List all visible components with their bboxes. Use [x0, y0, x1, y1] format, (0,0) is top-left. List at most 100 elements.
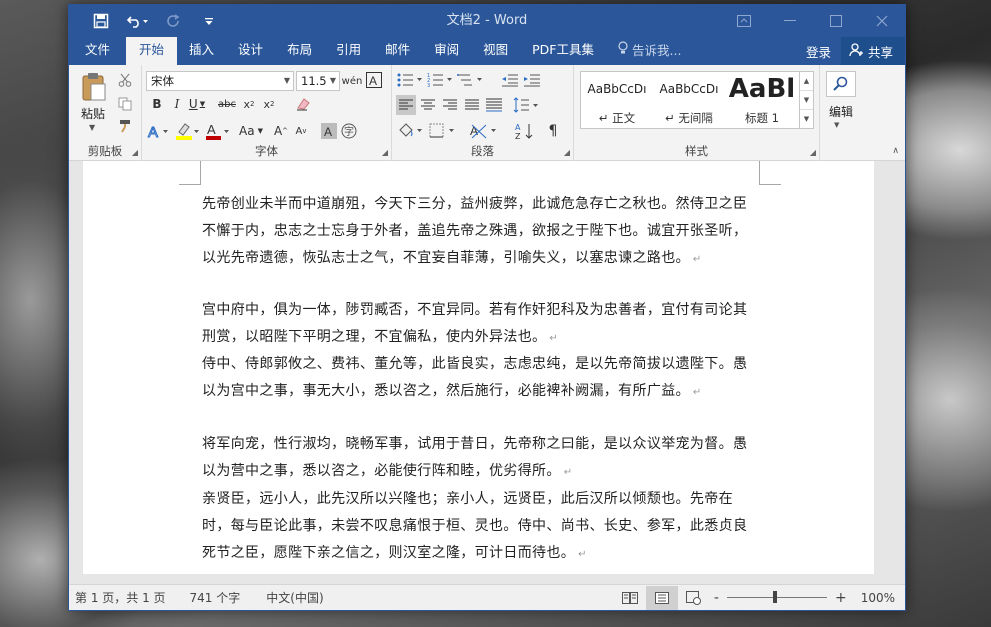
sort-icon[interactable]: AZ — [512, 121, 538, 141]
save-icon[interactable] — [83, 5, 119, 37]
tab-home[interactable]: 开始 — [126, 37, 178, 65]
paste-label[interactable]: 粘贴 — [81, 105, 105, 122]
ribbon-tabs: 文件 开始 插入 设计 布局 引用 邮件 审阅 视图 PDF工具集 告诉我...… — [69, 37, 905, 65]
styles-scroll[interactable]: ▲ ▼ ▼ — [799, 72, 813, 128]
scroll-down-icon[interactable]: ▼ — [800, 91, 813, 110]
text-effects-icon[interactable]: A — [146, 121, 172, 141]
redo-icon[interactable] — [155, 5, 191, 37]
collapse-ribbon-icon[interactable]: ∧ — [892, 146, 899, 156]
justify-icon[interactable] — [462, 95, 482, 115]
change-case-icon[interactable]: Aa ▼ — [236, 121, 266, 141]
print-layout-icon[interactable] — [645, 586, 678, 610]
ribbon-display-options-icon[interactable] — [721, 5, 767, 37]
font-color-icon[interactable]: A — [204, 121, 232, 141]
vertical-scrollbar[interactable] — [891, 161, 905, 574]
strikethrough-icon[interactable]: abc — [216, 95, 238, 113]
styles-more-icon[interactable]: ▼ — [800, 110, 813, 128]
font-launcher-icon[interactable]: ◢ — [382, 148, 388, 157]
multilevel-list-icon[interactable] — [456, 71, 486, 89]
highlight-color-icon[interactable] — [174, 121, 202, 141]
zoom-in-button[interactable]: + — [831, 590, 851, 606]
tab-file[interactable]: 文件 — [69, 37, 126, 65]
lightbulb-icon — [618, 38, 628, 64]
cut-icon[interactable] — [115, 71, 135, 89]
character-shading-icon[interactable]: A — [320, 122, 338, 140]
zoom-slider-thumb[interactable] — [772, 591, 777, 603]
maximize-icon[interactable] — [813, 5, 859, 37]
scroll-up-icon[interactable]: ▲ — [800, 72, 813, 91]
sign-in-link[interactable]: 登录 — [796, 42, 841, 61]
bold-icon[interactable]: B — [148, 95, 166, 113]
paragraph[interactable]: 宫中府中，俱为一体，陟罚臧否，不宜异同。若有作奸犯科及为忠善者，宜付有司论其刑赏… — [202, 297, 758, 352]
numbering-icon[interactable]: 123 — [426, 71, 456, 89]
zoom-out-button[interactable]: - — [710, 590, 723, 606]
style-normal[interactable]: AaBbCcDı ↵ 正文 — [581, 72, 653, 128]
tell-me-box[interactable]: 告诉我... — [606, 37, 693, 65]
clipboard-launcher-icon[interactable]: ◢ — [132, 148, 138, 157]
svg-text:字: 字 — [344, 125, 354, 138]
document-page[interactable]: 先帝创业未半而中道崩殂，今天下三分，益州疲弊，此诚危急存亡之秋也。然侍卫之臣不懈… — [83, 161, 874, 574]
tab-layout[interactable]: 布局 — [275, 37, 324, 65]
align-left-icon[interactable] — [396, 95, 416, 115]
align-center-icon[interactable] — [418, 95, 438, 115]
decrease-indent-icon[interactable] — [500, 71, 520, 89]
style-sample: AaBbCcDı — [659, 82, 719, 96]
tab-pdf-tools[interactable]: PDF工具集 — [520, 37, 606, 65]
chinese-layout-icon[interactable]: A — [468, 121, 500, 141]
paragraph[interactable]: 将军向宠，性行淑均，晓畅军事，试用于昔日，先帝称之曰能，是以众议举宠为督。愚以为… — [202, 431, 758, 486]
share-button[interactable]: 共享 — [840, 37, 905, 65]
align-right-icon[interactable] — [440, 95, 460, 115]
word-count[interactable]: 741 个字 — [182, 589, 249, 606]
grow-font-icon[interactable]: A ^ — [272, 121, 290, 141]
font-name-combo[interactable]: 宋体 ▼ — [146, 71, 294, 91]
read-mode-icon[interactable] — [614, 586, 646, 610]
paragraph[interactable]: 亲贤臣，远小人，此先汉所以兴隆也；亲小人，远贤臣，此后汉所以倾颓也。先帝在时，每… — [202, 486, 758, 568]
font-size-combo[interactable]: 11.5 ▼ — [296, 71, 340, 91]
find-icon[interactable] — [826, 71, 856, 97]
undo-icon[interactable] — [119, 5, 155, 37]
character-border-icon[interactable]: A — [365, 71, 383, 89]
tab-mailings[interactable]: 邮件 — [373, 37, 422, 65]
enclose-characters-icon[interactable]: 字 — [340, 122, 358, 140]
underline-icon[interactable]: U ▼ — [186, 95, 208, 113]
paste-dropdown-icon[interactable]: ▼ — [89, 123, 95, 132]
tab-view[interactable]: 视图 — [471, 37, 520, 65]
paragraph[interactable]: 侍中、侍郎郭攸之、费祎、董允等，此皆良实，志虑忠纯，是以先帝简拔以遗陛下。愚以为… — [202, 351, 758, 406]
editing-label[interactable]: 编辑 — [826, 103, 856, 120]
minimize-icon[interactable] — [767, 5, 813, 37]
page-count[interactable]: 第 1 页，共 1 页 — [69, 589, 174, 606]
editing-dropdown-icon[interactable]: ▼ — [834, 121, 839, 129]
shrink-font-icon[interactable]: Av — [292, 121, 310, 141]
superscript-icon[interactable]: x2 — [260, 95, 278, 113]
format-painter-icon[interactable] — [115, 117, 135, 135]
bullets-icon[interactable] — [396, 71, 426, 89]
distributed-icon[interactable] — [484, 95, 504, 115]
zoom-slider[interactable] — [726, 586, 827, 610]
phonetic-guide-icon[interactable]: wén — [342, 71, 363, 91]
tab-insert[interactable]: 插入 — [177, 37, 226, 65]
paragraph-launcher-icon[interactable]: ◢ — [564, 148, 570, 157]
show-paragraph-marks-icon[interactable]: ¶ — [542, 121, 564, 141]
style-heading-1[interactable]: AaBl 标题 1 — [725, 72, 799, 128]
style-no-spacing[interactable]: AaBbCcDı ↵ 无间隔 — [653, 72, 725, 128]
paragraph[interactable]: 先帝创业未半而中道崩殂，今天下三分，益州疲弊，此诚危急存亡之秋也。然侍卫之臣不懈… — [202, 191, 758, 273]
tab-design[interactable]: 设计 — [226, 37, 275, 65]
tab-references[interactable]: 引用 — [324, 37, 373, 65]
close-icon[interactable] — [859, 5, 905, 37]
styles-launcher-icon[interactable]: ◢ — [810, 148, 816, 157]
tab-review[interactable]: 审阅 — [422, 37, 471, 65]
italic-icon[interactable]: I — [168, 95, 186, 113]
borders-icon[interactable] — [428, 121, 458, 141]
subscript-icon[interactable]: x2 — [240, 95, 258, 113]
increase-indent-icon[interactable] — [522, 71, 542, 89]
shading-icon[interactable] — [396, 121, 426, 141]
web-layout-icon[interactable] — [678, 586, 710, 610]
line-spacing-icon[interactable] — [512, 95, 542, 115]
customize-toolbar-icon[interactable] — [191, 5, 227, 37]
copy-icon[interactable] — [115, 95, 135, 113]
zoom-level[interactable]: 100% — [851, 591, 905, 605]
clear-formatting-icon[interactable] — [292, 95, 314, 113]
paste-icon[interactable] — [79, 71, 109, 103]
language-indicator[interactable]: 中文(中国) — [258, 589, 331, 606]
styles-group: AaBbCcDı ↵ 正文 AaBbCcDı ↵ 无间隔 AaBl 标题 1 ▲… — [574, 65, 820, 161]
